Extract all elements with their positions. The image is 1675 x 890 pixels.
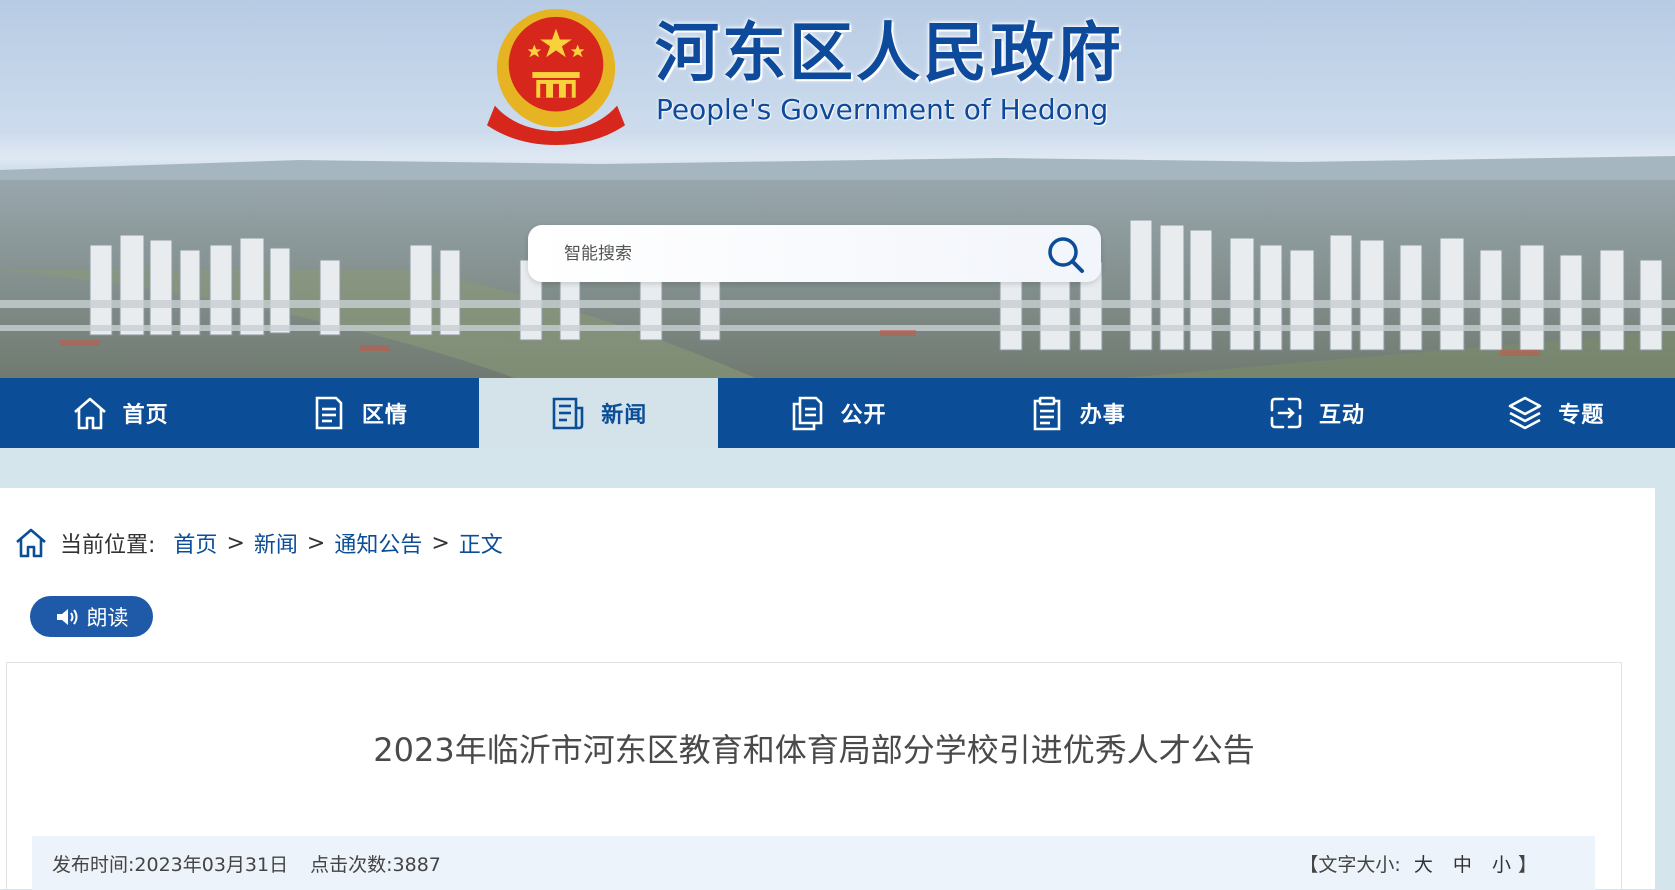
nav-item-label: 区情 xyxy=(361,403,408,428)
interaction-icon xyxy=(1270,397,1302,429)
breadcrumb-link-home[interactable]: 首页 xyxy=(173,527,217,559)
read-aloud-label: 朗读 xyxy=(86,605,129,630)
nav-item-home[interactable]: 首页 xyxy=(0,378,239,448)
nav-item-label: 新闻 xyxy=(601,403,648,428)
search-input[interactable] xyxy=(562,239,1026,269)
font-size-controls: 【文字大小: 大 中 小】 xyxy=(1299,850,1537,877)
font-size-small-button[interactable]: 小 xyxy=(1492,854,1511,876)
nav-item-news[interactable]: 新闻 xyxy=(478,378,718,448)
site-title: 河东区人民政府 xyxy=(655,17,1124,91)
publish-time-value: 2023年03月31日 xyxy=(134,854,289,876)
speaker-icon xyxy=(56,608,77,625)
content-panel: 当前位置: 首页 > 新闻 > 通知公告 > 正文 朗读 2023年临沂市河东区… xyxy=(0,488,1655,890)
home-icon xyxy=(73,397,106,430)
breadcrumb-separator: > xyxy=(226,530,245,556)
article-title: 2023年临沂市河东区教育和体育局部分学校引进优秀人才公告 xyxy=(373,731,1255,769)
publish-time-label: 发布时间: xyxy=(52,854,135,876)
header-banner: 河东区人民政府 People's Government of Hedong xyxy=(0,0,1675,378)
clipboard-icon xyxy=(1033,396,1061,431)
article-card: 2023年临沂市河东区教育和体育局部分学校引进优秀人才公告 发布时间:2023年… xyxy=(6,662,1622,890)
search-bar xyxy=(528,225,1101,282)
nav-item-label: 专题 xyxy=(1558,403,1605,428)
newspaper-icon xyxy=(552,397,584,430)
document-icon xyxy=(315,396,343,430)
font-size-bracket-open: 【 xyxy=(1299,854,1319,876)
nav-item-district[interactable]: 区情 xyxy=(239,378,478,448)
click-count-value: 3887 xyxy=(392,854,441,876)
layers-icon xyxy=(1509,396,1542,430)
site-subtitle: People's Government of Hedong xyxy=(656,93,1109,126)
search-icon[interactable] xyxy=(1044,234,1088,274)
nav-item-label: 首页 xyxy=(122,403,169,428)
breadcrumb-link-news[interactable]: 新闻 xyxy=(254,527,298,559)
font-size-label: 文字大小: xyxy=(1318,854,1401,876)
nav-item-public[interactable]: 公开 xyxy=(718,378,957,448)
national-emblem-logo xyxy=(487,8,625,145)
breadcrumb: 当前位置: 首页 > 新闻 > 通知公告 > 正文 xyxy=(14,526,503,560)
article-meta-info: 发布时间:2023年03月31日 点击次数:3887 xyxy=(52,850,441,877)
font-size-medium-button[interactable]: 中 xyxy=(1453,854,1472,876)
breadcrumb-link-notices[interactable]: 通知公告 xyxy=(334,527,422,559)
nav-item-label: 互动 xyxy=(1319,403,1366,428)
nav-item-label: 办事 xyxy=(1079,403,1126,428)
article-meta-bar: 发布时间:2023年03月31日 点击次数:3887 【文字大小: 大 中 小】 xyxy=(32,836,1595,890)
read-aloud-button[interactable]: 朗读 xyxy=(30,596,153,637)
breadcrumb-separator: > xyxy=(306,530,326,556)
breadcrumb-label: 当前位置: xyxy=(60,533,156,558)
breadcrumb-link-article[interactable]: 正文 xyxy=(459,527,503,559)
breadcrumb-separator: > xyxy=(431,530,450,556)
nav-item-services[interactable]: 办事 xyxy=(957,378,1196,448)
home-icon xyxy=(16,528,46,558)
nav-item-topics[interactable]: 专题 xyxy=(1436,378,1675,448)
files-icon xyxy=(793,396,823,431)
main-nav: 首页 区情 新闻 公开 办事 互动 专题 xyxy=(0,378,1675,448)
font-size-bracket-close: 】 xyxy=(1517,854,1537,876)
nav-item-label: 公开 xyxy=(840,403,887,428)
nav-item-interaction[interactable]: 互动 xyxy=(1196,378,1435,448)
font-size-large-button[interactable]: 大 xyxy=(1414,854,1433,876)
click-count-label: 点击次数: xyxy=(310,854,393,876)
